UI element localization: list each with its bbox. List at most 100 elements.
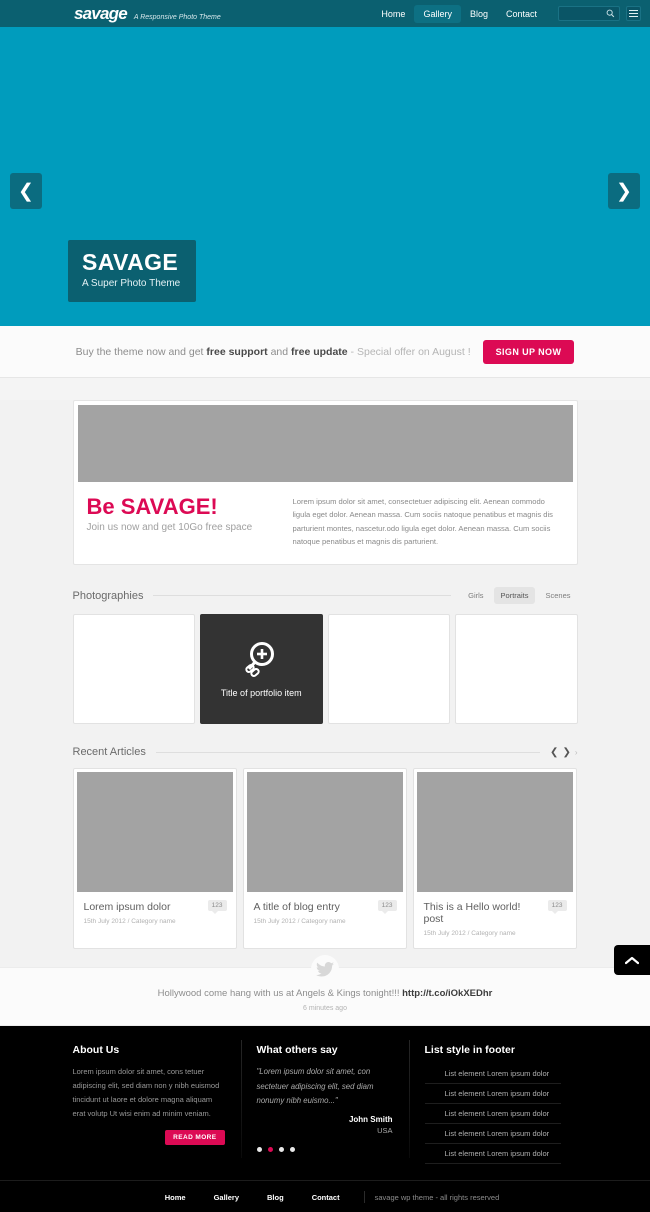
feature-promo-card: Be SAVAGE! Join us now and get 10Go free… xyxy=(72,400,578,566)
main-content: Be SAVAGE! Join us now and get 10Go free… xyxy=(0,400,650,1027)
main-navigation: Home Gallery Blog Contact xyxy=(372,4,650,23)
tweet-link[interactable]: http://t.co/iOkXEDhr xyxy=(402,988,492,999)
footer-testimonial-title: What others say xyxy=(256,1044,338,1057)
section-divider xyxy=(153,595,452,597)
promo-bold-1: free support xyxy=(206,345,268,358)
comment-count-badge[interactable]: 123 xyxy=(547,900,567,915)
article-title[interactable]: Lorem ipsum dolor xyxy=(84,901,226,913)
twitter-feed: Hollywood come hang with us at Angels & … xyxy=(0,955,650,1027)
footer-about-text: Lorem ipsum dolor sit amet, cons tetuer … xyxy=(72,1067,220,1118)
article-title[interactable]: A title of blog entry xyxy=(254,901,396,913)
articles-prev-button[interactable]: ❮ xyxy=(550,747,558,758)
feature-promo-image xyxy=(77,405,573,482)
feature-promo-subheading: Join us now and get 10Go free space xyxy=(86,522,253,534)
feature-promo-heading-light: Be xyxy=(86,494,121,519)
feature-promo-paragraph: Lorem ipsum dolor sit amet, consectetuer… xyxy=(292,497,553,546)
search-input[interactable] xyxy=(558,6,620,21)
tweet-text: Hollywood come hang with us at Angels & … xyxy=(0,988,650,999)
testimonial-dot-3[interactable] xyxy=(278,1147,284,1153)
testimonial-dot-1[interactable] xyxy=(256,1147,262,1153)
nav-item-blog[interactable]: Blog xyxy=(461,5,497,23)
slide-subtitle: A Super Photo Theme xyxy=(82,278,181,289)
articles-next-small-icon[interactable]: › xyxy=(575,748,578,757)
footer-columns: About Us Lorem ipsum dolor sit amet, con… xyxy=(73,1040,578,1165)
testimonial-quote: "Lorem ipsum dolor sit amet, con sectetu… xyxy=(256,1067,374,1105)
article-thumbnail xyxy=(246,772,403,893)
section-divider xyxy=(155,751,541,753)
footer-navigation: Home Gallery Blog Contact xyxy=(151,1193,354,1202)
slide-caption: SAVAGE A Super Photo Theme xyxy=(68,240,197,302)
feature-promo-heading: Be SAVAGE! xyxy=(87,495,277,518)
footer-nav-gallery[interactable]: Gallery xyxy=(200,1193,253,1202)
article-meta: 15th July 2012 / Category name xyxy=(83,918,176,926)
footer-list-title: List style in footer xyxy=(424,1044,515,1057)
comment-count-badge[interactable]: 123 xyxy=(207,900,227,915)
footer-list-item[interactable]: List element Lorem ipsum dolor xyxy=(424,1124,561,1145)
footer-link-list: List element Lorem ipsum dolor List elem… xyxy=(424,1064,561,1165)
footer-divider xyxy=(408,1040,410,1159)
article-body: Lorem ipsum dolor 15th July 2012 / Categ… xyxy=(77,892,233,936)
footer-nav-blog[interactable]: Blog xyxy=(253,1193,298,1202)
filter-scenes[interactable]: Scenes xyxy=(538,587,577,604)
slider-next-button[interactable]: ❯ xyxy=(608,173,640,209)
article-card[interactable]: A title of blog entry 15th July 2012 / C… xyxy=(242,768,407,950)
footer-about-title: About Us xyxy=(72,1044,120,1057)
read-more-button[interactable]: READ MORE xyxy=(165,1129,225,1145)
footer-list-item[interactable]: List element Lorem ipsum dolor xyxy=(424,1084,561,1105)
slider-prev-button[interactable]: ❮ xyxy=(10,173,42,209)
footer-column-list: List style in footer List element Lorem … xyxy=(408,1040,577,1165)
articles-next-button[interactable]: ❯ xyxy=(562,747,570,758)
footer-column-about: About Us Lorem ipsum dolor sit amet, con… xyxy=(73,1044,241,1164)
footer-column-testimonial: What others say "Lorem ipsum dolor sit a… xyxy=(240,1040,409,1164)
hamburger-menu-icon[interactable] xyxy=(626,6,641,21)
slide-title: SAVAGE xyxy=(82,249,179,275)
scroll-to-top-button[interactable] xyxy=(614,945,650,975)
chevron-up-icon[interactable] xyxy=(625,956,639,965)
footer-list-item[interactable]: List element Lorem ipsum dolor xyxy=(424,1104,561,1125)
portfolio-item[interactable] xyxy=(327,614,450,725)
article-card[interactable]: This is a Hello world! post 15th July 20… xyxy=(412,768,577,950)
search-icon[interactable] xyxy=(606,9,615,18)
footer-nav-home[interactable]: Home xyxy=(151,1193,200,1202)
promo-text-3: - Special offer on August ! xyxy=(347,345,471,358)
comment-count-badge[interactable]: 123 xyxy=(377,900,397,915)
site-header: savage A Responsive Photo Theme Home Gal… xyxy=(0,0,650,27)
testimonial-dot-2[interactable] xyxy=(267,1147,273,1153)
article-body: A title of blog entry 15th July 2012 / C… xyxy=(247,892,403,936)
portfolio-item-title: Title of portfolio item xyxy=(220,688,302,699)
feature-promo-heading-bold: SAVAGE! xyxy=(120,494,218,519)
footer-list-item[interactable]: List element Lorem ipsum dolor xyxy=(424,1144,561,1165)
filter-girls[interactable]: Girls xyxy=(461,587,490,604)
site-footer: About Us Lorem ipsum dolor sit amet, con… xyxy=(0,1026,650,1212)
article-meta: 15th July 2012 / Category name xyxy=(423,930,516,938)
portfolio-item[interactable] xyxy=(72,614,195,725)
footer-divider xyxy=(363,1191,365,1204)
footer-list-item[interactable]: List element Lorem ipsum dolor xyxy=(424,1064,561,1085)
tweet-timestamp: 6 minutes ago xyxy=(303,1005,347,1013)
chain-link-icon xyxy=(245,664,260,678)
tweet-body: Hollywood come hang with us at Angels & … xyxy=(157,988,403,1000)
nav-item-gallery[interactable]: Gallery xyxy=(414,4,461,23)
footer-nav-contact[interactable]: Contact xyxy=(298,1193,354,1202)
filter-portraits[interactable]: Portraits xyxy=(493,587,536,605)
testimonial-pagination xyxy=(256,1147,393,1153)
brand[interactable]: savage A Responsive Photo Theme xyxy=(74,4,221,24)
nav-item-home[interactable]: Home xyxy=(372,5,414,23)
testimonial-author: John Smith xyxy=(348,1115,393,1125)
logo-text: savage xyxy=(74,3,128,23)
hero-slider: ❮ ❯ SAVAGE A Super Photo Theme xyxy=(0,27,650,326)
articles-carousel-controls: ❮ ❯ › xyxy=(550,747,577,758)
magnifier-plus-icon[interactable] xyxy=(238,640,284,680)
nav-item-contact[interactable]: Contact xyxy=(497,5,546,23)
portfolio-item-active[interactable]: Title of portfolio item xyxy=(200,614,323,725)
portfolio-title: Photographies xyxy=(72,589,144,602)
sign-up-now-button[interactable]: SIGN UP NOW xyxy=(482,339,575,364)
tagline: A Responsive Photo Theme xyxy=(133,13,221,21)
portfolio-item[interactable] xyxy=(455,614,578,725)
testimonial-dot-4[interactable] xyxy=(289,1147,295,1153)
twitter-bird-icon xyxy=(311,955,339,984)
article-title[interactable]: This is a Hello world! post xyxy=(424,901,566,925)
article-card[interactable]: Lorem ipsum dolor 15th July 2012 / Categ… xyxy=(72,768,237,950)
promo-bar-text: Buy the theme now and get free support a… xyxy=(76,346,471,358)
promo-bold-2: free update xyxy=(291,345,348,358)
